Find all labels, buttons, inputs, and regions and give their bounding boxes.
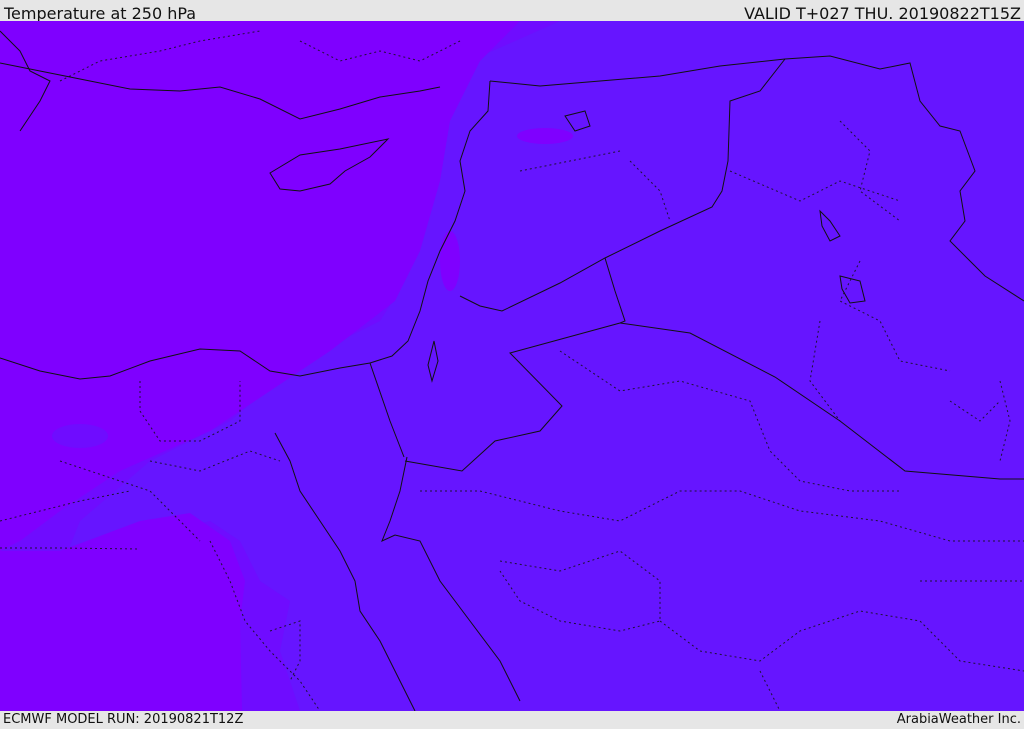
map-canvas bbox=[0, 21, 1024, 711]
weather-map[interactable] bbox=[0, 21, 1024, 711]
temperature-patch bbox=[440, 231, 460, 291]
temperature-patch bbox=[52, 424, 108, 448]
model-run: ECMWF MODEL RUN: 20190821T12Z bbox=[3, 712, 244, 727]
bottom-bar: ECMWF MODEL RUN: 20190821T12Z ArabiaWeat… bbox=[0, 711, 1024, 729]
temperature-patch bbox=[517, 128, 573, 144]
top-bar: Temperature at 250 hPa VALID T+027 THU. … bbox=[0, 0, 1024, 23]
credit: ArabiaWeather Inc. bbox=[896, 712, 1021, 727]
